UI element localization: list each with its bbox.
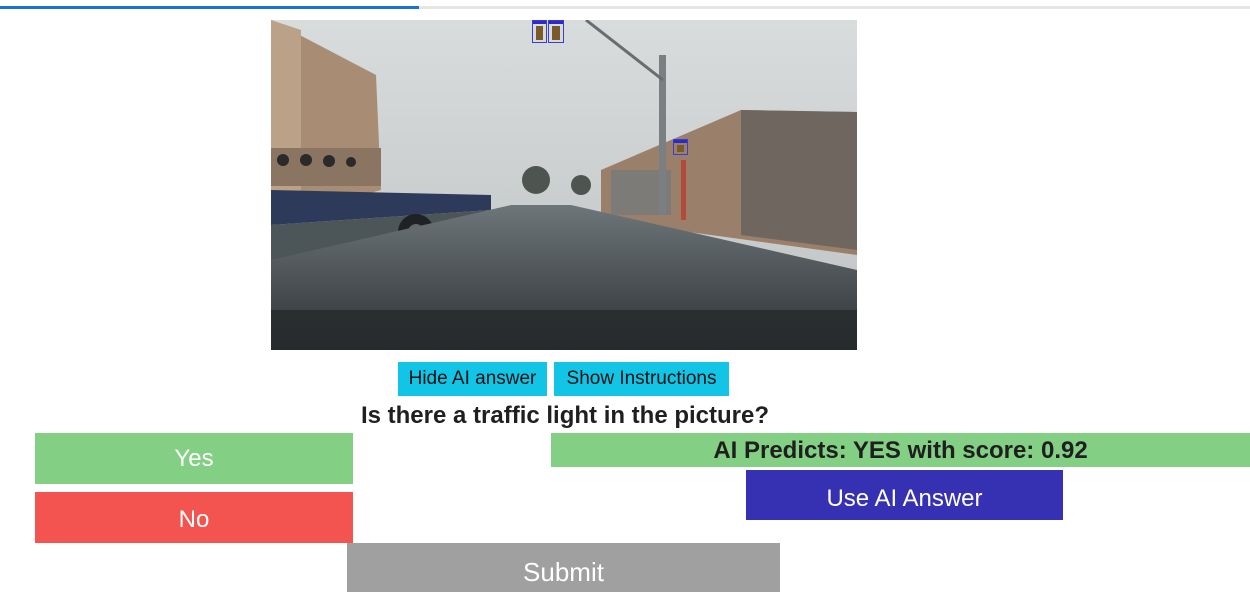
control-row: Hide AI answer Show Instructions [0, 362, 1250, 396]
submit-button[interactable]: Submit [347, 543, 780, 592]
progress-fill [0, 6, 419, 9]
street-scene-illustration [271, 20, 857, 350]
traffic-light-bbox [673, 139, 688, 155]
show-instructions-button[interactable]: Show Instructions [554, 362, 729, 396]
progress-bar [0, 6, 1250, 9]
street-scene-photo [271, 20, 857, 350]
use-ai-answer-button[interactable]: Use AI Answer [746, 470, 1063, 520]
no-button[interactable]: No [35, 492, 353, 543]
yes-button[interactable]: Yes [35, 433, 353, 484]
hide-ai-answer-button[interactable]: Hide AI answer [398, 362, 547, 396]
ai-prediction-banner: AI Predicts: YES with score: 0.92 [551, 433, 1250, 467]
question-text: Is there a traffic light in the picture? [360, 402, 770, 429]
traffic-light-bbox [532, 20, 547, 43]
traffic-light-bbox [548, 20, 564, 43]
